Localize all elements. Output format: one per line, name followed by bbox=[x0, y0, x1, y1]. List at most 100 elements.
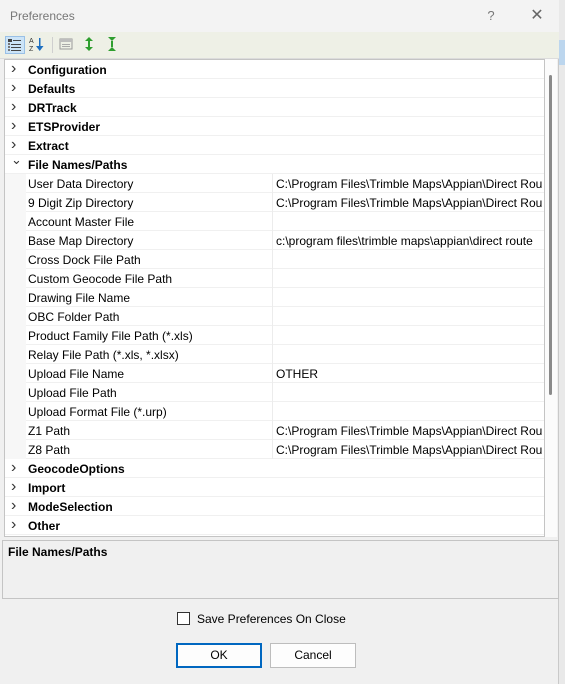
category-row[interactable]: › ModeSelection bbox=[5, 497, 544, 516]
property-name: Relay File Path (*.xls, *.xlsx) bbox=[28, 348, 179, 362]
property-row[interactable]: OBC Folder Path bbox=[5, 307, 544, 326]
category-row[interactable]: › Import bbox=[5, 478, 544, 497]
save-on-close-checkbox[interactable] bbox=[177, 612, 190, 625]
property-pages-icon bbox=[59, 38, 73, 50]
property-grid-rows: › Configuration › Defaults › DRTrack › ETSProvi… bbox=[5, 60, 544, 535]
property-name: Base Map Directory bbox=[28, 234, 134, 248]
property-row[interactable]: Cross Dock File Path bbox=[5, 250, 544, 269]
column-separator bbox=[272, 383, 273, 402]
expand-all-button[interactable] bbox=[80, 36, 100, 54]
collapse-all-button[interactable] bbox=[103, 36, 123, 54]
category-row[interactable]: › Extract bbox=[5, 136, 544, 155]
property-name: Cross Dock File Path bbox=[28, 253, 141, 267]
property-value[interactable]: c:\program files\trimble maps\appian\dir… bbox=[276, 234, 544, 248]
property-name: Z8 Path bbox=[28, 443, 71, 457]
category-label: Other bbox=[28, 519, 61, 533]
category-label: GeocodeOptions bbox=[28, 462, 125, 476]
chevron-right-icon[interactable]: › bbox=[11, 118, 21, 134]
category-label: File Names/Paths bbox=[28, 158, 128, 172]
categorized-view-button[interactable] bbox=[5, 36, 25, 54]
property-row[interactable]: Relay File Path (*.xls, *.xlsx) bbox=[5, 345, 544, 364]
property-name: Custom Geocode File Path bbox=[28, 272, 173, 286]
chevron-right-icon[interactable]: › bbox=[11, 498, 21, 514]
category-label: Defaults bbox=[28, 82, 76, 96]
column-separator bbox=[272, 440, 273, 459]
column-separator bbox=[272, 364, 273, 383]
category-row[interactable]: › Configuration bbox=[5, 60, 544, 79]
property-row[interactable]: Drawing File Name bbox=[5, 288, 544, 307]
row-gutter bbox=[5, 364, 26, 383]
chevron-right-icon[interactable]: › bbox=[11, 99, 21, 115]
scrollbar-thumb[interactable] bbox=[549, 75, 552, 395]
property-row[interactable]: Product Family File Path (*.xls) bbox=[5, 326, 544, 345]
property-row[interactable]: Upload Format File (*.urp) bbox=[5, 402, 544, 421]
column-separator bbox=[272, 402, 273, 421]
chevron-right-icon[interactable]: › bbox=[11, 80, 21, 96]
property-pages-button[interactable] bbox=[57, 36, 77, 54]
expand-arrows-icon bbox=[85, 37, 93, 51]
column-separator bbox=[272, 193, 273, 212]
chevron-right-icon[interactable]: › bbox=[11, 460, 21, 476]
svg-text:Z: Z bbox=[29, 46, 34, 52]
chevron-right-icon[interactable]: › bbox=[11, 61, 21, 77]
property-row[interactable]: Base Map Directory c:\program files\trimb… bbox=[5, 231, 544, 250]
property-row[interactable]: Z8 Path C:\Program Files\Trimble Maps\App… bbox=[5, 440, 544, 459]
description-title: File Names/Paths bbox=[8, 545, 108, 559]
property-value[interactable]: OTHER bbox=[276, 367, 544, 381]
row-gutter bbox=[5, 174, 26, 193]
chevron-right-icon[interactable]: › bbox=[11, 479, 21, 495]
chevron-down-icon[interactable]: ⌄ bbox=[11, 153, 22, 167]
row-gutter bbox=[5, 250, 26, 269]
column-separator bbox=[272, 345, 273, 364]
category-row[interactable]: › ETSProvider bbox=[5, 117, 544, 136]
ok-button[interactable]: OK bbox=[176, 643, 262, 668]
help-button[interactable]: ? bbox=[478, 6, 504, 26]
preferences-dialog: Preferences ? ✕ A Z › Configuration › De… bbox=[0, 0, 559, 684]
column-separator bbox=[272, 288, 273, 307]
title-bar: Preferences ? ✕ bbox=[0, 0, 559, 32]
chevron-right-icon[interactable]: › bbox=[11, 137, 21, 153]
property-row[interactable]: 9 Digit Zip Directory C:\Program Files\Tr… bbox=[5, 193, 544, 212]
property-value[interactable]: C:\Program Files\Trimble Maps\Appian\Dir… bbox=[276, 196, 544, 210]
row-gutter bbox=[5, 307, 26, 326]
row-gutter bbox=[5, 326, 26, 345]
property-row[interactable]: Account Master File bbox=[5, 212, 544, 231]
property-row[interactable]: Custom Geocode File Path bbox=[5, 269, 544, 288]
property-value[interactable]: C:\Program Files\Trimble Maps\Appian\Dir… bbox=[276, 177, 544, 191]
row-gutter bbox=[5, 288, 26, 307]
property-value[interactable]: C:\Program Files\Trimble Maps\Appian\Dir… bbox=[276, 443, 544, 457]
column-separator bbox=[272, 326, 273, 345]
column-separator bbox=[272, 269, 273, 288]
category-row[interactable]: › Defaults bbox=[5, 79, 544, 98]
svg-text:A: A bbox=[29, 38, 34, 45]
category-label: ETSProvider bbox=[28, 120, 101, 134]
property-row[interactable]: Upload File Path bbox=[5, 383, 544, 402]
property-name: User Data Directory bbox=[28, 177, 134, 191]
property-name: Upload Format File (*.urp) bbox=[28, 405, 167, 419]
toolbar-separator bbox=[52, 37, 53, 53]
column-separator bbox=[272, 174, 273, 193]
property-row[interactable]: Z1 Path C:\Program Files\Trimble Maps\App… bbox=[5, 421, 544, 440]
background-window-edge bbox=[559, 0, 565, 684]
save-on-close-label: Save Preferences On Close bbox=[197, 612, 346, 626]
row-gutter bbox=[5, 231, 26, 250]
column-separator bbox=[272, 250, 273, 269]
row-gutter bbox=[5, 421, 26, 440]
chevron-right-icon[interactable]: › bbox=[11, 517, 21, 533]
background-window-accent bbox=[559, 40, 565, 65]
property-row[interactable]: User Data Directory C:\Program Files\Trim… bbox=[5, 174, 544, 193]
alphabetical-sort-button[interactable]: A Z bbox=[28, 36, 48, 54]
close-button[interactable]: ✕ bbox=[525, 5, 549, 27]
property-value[interactable]: C:\Program Files\Trimble Maps\Appian\Dir… bbox=[276, 424, 544, 438]
category-row[interactable]: › DRTrack bbox=[5, 98, 544, 117]
window-title: Preferences bbox=[10, 9, 75, 23]
property-grid-scrollbar[interactable] bbox=[545, 59, 557, 537]
category-row[interactable]: › Other bbox=[5, 516, 544, 535]
cancel-button[interactable]: Cancel bbox=[270, 643, 356, 668]
category-row[interactable]: ⌄ File Names/Paths bbox=[5, 153, 544, 174]
category-row[interactable]: › GeocodeOptions bbox=[5, 459, 544, 478]
category-label: Import bbox=[28, 481, 66, 495]
property-name: Upload File Name bbox=[28, 367, 125, 381]
row-gutter bbox=[5, 402, 26, 421]
property-row[interactable]: Upload File Name OTHER bbox=[5, 364, 544, 383]
